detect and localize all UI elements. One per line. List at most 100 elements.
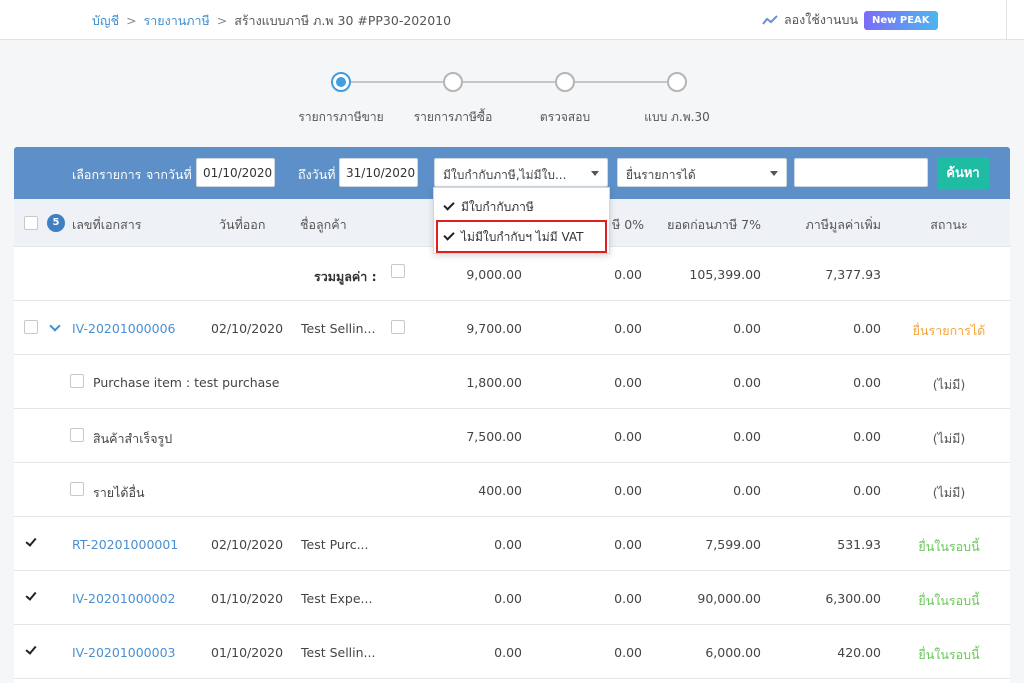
tax-invoice-select[interactable]: มีใบกำกับภาษี,ไม่มีใบ... [434,158,608,187]
check-icon [443,199,455,211]
exempt-amount: 400.00 [478,483,522,498]
breadcrumb-separator: > [126,13,137,28]
trend-icon [762,15,778,25]
total-exempt: 9,000.00 [466,267,522,282]
option-label: มีใบกำกับภาษี [461,200,534,214]
breadcrumb-current: สร้างแบบภาษี ภ.พ 30 #PP30-202010 [234,13,452,28]
header-doc-no[interactable]: เลขที่เอกสาร [72,215,141,235]
doc-link[interactable]: RT-20201000001 [72,537,178,552]
table-sub-row[interactable]: Purchase item : test purchase 1,800.00 0… [14,355,1010,409]
row-checkbox[interactable] [24,320,38,334]
to-date-input[interactable]: 31/10/2020 [339,158,418,187]
select-label: เลือกรายการ [72,167,142,182]
zero-vat-amount: 0.00 [614,591,642,606]
item-checkbox[interactable] [70,428,84,442]
pre-tax-amount: 7,599.00 [705,537,761,552]
table-row[interactable]: IV-20201000003 01/10/2020 Test Sellin...… [14,625,1010,679]
chevron-down-icon [770,171,778,176]
top-bar-divider [1006,0,1007,40]
total-row: รวมมูลค่า : 9,000.00 0.00 105,399.00 7,3… [14,247,1010,301]
exempt-amount: 1,800.00 [466,375,522,390]
item-checkbox[interactable] [70,374,84,388]
zero-vat-amount: 0.00 [614,429,642,444]
row-checkbox[interactable] [24,590,38,604]
chevron-down-icon[interactable] [49,320,61,332]
table-row[interactable]: IV-20201000006 02/10/2020 Test Sellin...… [14,301,1010,355]
vat-amount: 0.00 [853,321,881,336]
doc-link[interactable]: IV-20201000002 [72,591,176,606]
doc-link[interactable]: IV-20201000003 [72,645,176,660]
breadcrumb-tax-report-link[interactable]: รายงานภาษี [144,13,210,28]
search-button[interactable]: ค้นหา [937,157,989,190]
breadcrumb-accounting-link[interactable]: บัญชี [92,13,119,28]
step-dot-sales-tax[interactable] [331,72,351,92]
total-vat: 7,377.93 [825,267,881,282]
selected-count-badge: 5 [47,214,65,232]
total-zero: 0.00 [614,267,642,282]
table-row[interactable]: RT-20201000001 02/10/2020 Test Purc... 0… [14,517,1010,571]
header-status[interactable]: สถานะ [914,215,984,235]
dropdown-option-with-invoice[interactable]: มีใบกำกับภาษี [443,198,534,217]
breadcrumb-separator: > [216,13,228,28]
status-badge: ยื่นรายการได้ [912,323,986,338]
header-pre-tax[interactable]: ยอดก่อนภาษี 7% [654,215,761,235]
row-checkbox[interactable] [24,536,38,550]
header-zero-vat[interactable]: ษี 0% [612,215,644,235]
status-badge: (ไม่มี) [932,485,966,500]
zero-vat-amount: 0.00 [614,321,642,336]
try-new-peak[interactable]: ลองใช้งานบน New PEAK [762,10,938,30]
from-date-input[interactable]: 01/10/2020 [196,158,275,187]
table-sub-row[interactable]: สินค้าสำเร็จรูป 7,500.00 0.00 0.00 0.00 … [14,409,1010,463]
tax-invoice-select-value: มีใบกำกับภาษี,ไม่มีใบ... [443,168,567,182]
header-vat[interactable]: ภาษีมูลค่าเพิ่ม [781,215,881,235]
select-all-checkbox[interactable] [24,216,38,230]
filing-status-select[interactable]: ยื่นรายการได้ [617,158,787,187]
step-connector [574,81,668,83]
row-checkbox[interactable] [24,644,38,658]
top-bar: บัญชี > รายงานภาษี > สร้างแบบภาษี ภ.พ 30… [0,0,1024,40]
header-issue-date[interactable]: วันที่ออก [219,215,265,235]
pre-tax-amount: 0.00 [733,375,761,390]
vat-amount: 6,300.00 [825,591,881,606]
from-date-label: จากวันที่ [146,167,192,182]
pre-tax-amount: 90,000.00 [697,591,761,606]
step-dot-pp30[interactable] [667,72,687,92]
step-label-sales-tax: รายการภาษีขาย [298,110,384,124]
total-pre-tax: 105,399.00 [689,267,761,282]
vat-amount: 531.93 [837,537,881,552]
zero-vat-amount: 0.00 [614,375,642,390]
exempt-amount: 0.00 [494,537,522,552]
to-date-label: ถึงวันที่ [298,167,336,182]
doc-link[interactable]: IV-20201000006 [72,321,176,336]
table-row[interactable]: IV-20201000002 01/10/2020 Test Expe... 0… [14,571,1010,625]
sales-tax-table: 5 เลขที่เอกสาร วันที่ออก ชื่อลูกค้า ษี 0… [14,199,1010,683]
progress-stepper: รายการภาษีขาย รายการภาษีซื้อ ตรวจสอบ แบบ… [0,60,1024,130]
issue-date: 01/10/2020 [211,591,284,606]
table-sub-row[interactable]: รายได้อื่น 400.00 0.00 0.00 0.00 (ไม่มี) [14,463,1010,517]
step-dot-review[interactable] [555,72,575,92]
pre-tax-amount: 6,000.00 [705,645,761,660]
vat-amount: 0.00 [853,429,881,444]
total-checkbox[interactable] [391,264,405,278]
header-customer[interactable]: ชื่อลูกค้า [300,215,347,235]
highlight-box [436,220,607,253]
status-badge: (ไม่มี) [932,431,966,446]
exempt-amount: 7,500.00 [466,429,522,444]
item-name: สินค้าสำเร็จรูป [93,431,173,446]
item-name: รายได้อื่น [93,485,145,500]
filing-status-value: ยื่นรายการได้ [626,168,696,182]
issue-date: 02/10/2020 [211,321,284,336]
status-badge: (ไม่มี) [932,377,966,392]
item-checkbox[interactable] [70,482,84,496]
status-badge: ยื่นในรอบนี้ [918,539,980,554]
step-dot-purchase-tax[interactable] [443,72,463,92]
row-sub-checkbox[interactable] [391,320,405,334]
new-peak-badge[interactable]: New PEAK [864,10,938,30]
search-input[interactable] [794,158,928,187]
exempt-amount: 0.00 [494,645,522,660]
zero-vat-amount: 0.00 [614,483,642,498]
issue-date: 01/10/2020 [211,645,284,660]
step-label-review: ตรวจสอบ [539,110,591,124]
exempt-amount: 9,700.00 [466,321,522,336]
customer-name: Test Expe... [301,591,373,606]
